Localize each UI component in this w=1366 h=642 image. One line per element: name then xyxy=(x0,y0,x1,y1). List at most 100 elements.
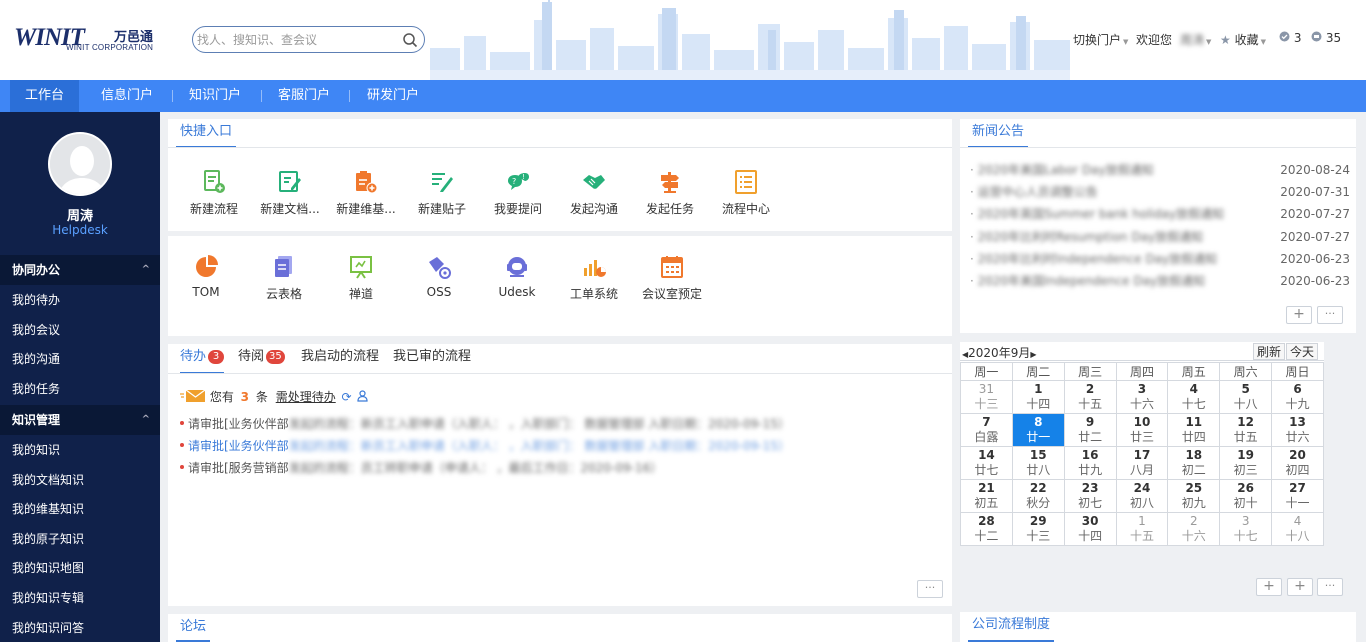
tab-to-read[interactable]: 待阅 35 xyxy=(238,344,285,374)
favorites-menu[interactable]: ★ 收藏 ▼ xyxy=(1220,31,1266,47)
sidebar-item-my-communication[interactable]: 我的沟通 xyxy=(0,344,160,374)
calendar-day[interactable]: 24 初八 xyxy=(1115,479,1169,513)
sidebar-item-my-knowledge[interactable]: 我的知识 xyxy=(0,435,160,465)
calendar-day[interactable]: 15 廿八 xyxy=(1011,446,1065,480)
calendar-day[interactable]: 13 廿六 xyxy=(1271,413,1324,447)
sidebar-item-my-todo[interactable]: 我的待办 xyxy=(0,285,160,315)
sidebar-item-my-tasks[interactable]: 我的任务 xyxy=(0,374,160,404)
person-icon[interactable] xyxy=(357,390,369,402)
news-item[interactable]: · 2020年英国Summer bank holiday放假通知 2020-07-… xyxy=(970,203,1350,225)
calendar-day[interactable]: 26 初十 xyxy=(1219,479,1273,513)
news-item[interactable]: · 2020年美国Independence Day放假通知 2020-06-23 xyxy=(970,270,1350,292)
calendar-day[interactable]: 30 十四 xyxy=(1063,512,1117,546)
calendar-refresh-button[interactable]: 刷新 xyxy=(1253,343,1286,360)
todo-item[interactable]: 请审批[业务伙伴部发起的流程：新员工入职申请（入职人： ，入职部门： 数据管理部… xyxy=(180,437,790,454)
quick-new-document[interactable]: 新建文档... xyxy=(252,169,328,217)
sidebar-item-my-knowledge-qa[interactable]: 我的知识问答 xyxy=(0,613,160,642)
calendar-day[interactable]: 11 廿四 xyxy=(1167,413,1221,447)
calendar-day[interactable]: 16 廿九 xyxy=(1063,446,1117,480)
todo-more-button[interactable]: ··· xyxy=(917,580,943,598)
link-oss[interactable]: OSS xyxy=(401,254,477,299)
news-item[interactable]: · 2020年美国Labor Day放假通知 2020-08-24 xyxy=(970,159,1350,181)
nav-tab-knowledge-portal[interactable]: 知识门户 xyxy=(180,80,250,112)
quick-new-process[interactable]: 新建流程 xyxy=(176,169,252,217)
link-zentao[interactable]: 禅道 xyxy=(323,254,399,302)
quick-new-wiki[interactable]: 新建维基... xyxy=(328,169,404,217)
sidebar-item-my-meetings[interactable]: 我的会议 xyxy=(0,315,160,345)
winit-logo[interactable]: WINIT 万邑通 WINIT CORPORATION xyxy=(14,24,164,56)
calendar-day[interactable]: 3 十七 xyxy=(1219,512,1273,546)
quick-start-communication[interactable]: 发起沟通 xyxy=(556,169,632,217)
news-item[interactable]: · 运营中心人员调整公告 2020-07-31 xyxy=(970,181,1350,203)
calendar-day[interactable]: 23 初七 xyxy=(1063,479,1117,513)
news-add-button[interactable]: + xyxy=(1286,306,1312,324)
calendar-day[interactable]: 1 十四 xyxy=(1011,380,1065,414)
calendar-day[interactable]: 5 十八 xyxy=(1219,380,1273,414)
sidebar-item-my-wiki-knowledge[interactable]: 我的维基知识 xyxy=(0,494,160,524)
next-month-icon[interactable]: ▶ xyxy=(1030,350,1036,359)
calendar-day[interactable]: 29 十三 xyxy=(1011,512,1065,546)
link-udesk[interactable]: Udesk xyxy=(479,254,555,299)
user-menu[interactable]: 周涛 ▼ xyxy=(1180,31,1211,47)
link-meeting-room[interactable]: 会议室预定 xyxy=(634,254,710,302)
calendar-day[interactable]: 14 廿七 xyxy=(960,446,1013,480)
news-item[interactable]: · 2020年比利时Resumption Day放假通知 2020-07-27 xyxy=(970,226,1350,248)
calendar-day[interactable]: 27 十一 xyxy=(1271,479,1324,513)
sidebar-item-my-knowledge-map[interactable]: 我的知识地图 xyxy=(0,553,160,583)
sidebar-section-knowledge[interactable]: 知识管理 ^ xyxy=(0,405,160,435)
todo-item[interactable]: 请审批[业务伙伴部发起的流程：新员工入职申请（入职人： ，入职部门： 数据管理部… xyxy=(180,415,790,432)
calendar-add-button[interactable]: + xyxy=(1256,578,1282,596)
calendar-day[interactable]: 4 十八 xyxy=(1271,512,1324,546)
sidebar-item-my-knowledge-album[interactable]: 我的知识专辑 xyxy=(0,583,160,613)
link-ticket-system[interactable]: 工单系统 xyxy=(556,254,632,302)
calendar-day[interactable]: 17 八月 xyxy=(1115,446,1169,480)
calendar-day[interactable]: 3 十六 xyxy=(1115,380,1169,414)
nav-tab-info-portal[interactable]: 信息门户 xyxy=(92,80,162,112)
news-item[interactable]: · 2020年比利时Independence Day放假通知 2020-06-23 xyxy=(970,248,1350,270)
quick-start-task[interactable]: 发起任务 xyxy=(632,169,708,217)
search-input[interactable] xyxy=(197,30,397,49)
calendar-day[interactable]: 2 十五 xyxy=(1063,380,1117,414)
quick-process-center[interactable]: 流程中心 xyxy=(708,169,784,217)
calendar-day[interactable]: 25 初九 xyxy=(1167,479,1221,513)
nav-tab-service-portal[interactable]: 客服门户 xyxy=(269,80,339,112)
calendar-day[interactable]: 12 廿五 xyxy=(1219,413,1273,447)
calendar-day[interactable]: 19 初三 xyxy=(1219,446,1273,480)
summary-link[interactable]: 需处理待办 xyxy=(276,390,336,404)
search-icon[interactable] xyxy=(402,32,418,48)
calendar-day[interactable]: 8 廿一 xyxy=(1011,413,1065,447)
tab-my-started-processes[interactable]: 我启动的流程 xyxy=(301,344,379,374)
calendar-day[interactable]: 7 白露 xyxy=(960,413,1013,447)
calendar-day[interactable]: 4 十七 xyxy=(1167,380,1221,414)
calendar-day[interactable]: 22 秋分 xyxy=(1011,479,1065,513)
quick-new-post[interactable]: 新建贴子 xyxy=(404,169,480,217)
calendar-day[interactable]: 18 初二 xyxy=(1167,446,1221,480)
calendar-day[interactable]: 9 廿二 xyxy=(1063,413,1117,447)
link-tom[interactable]: TOM xyxy=(168,254,244,299)
calendar-more-button[interactable]: ··· xyxy=(1317,578,1343,596)
quick-ask-question[interactable]: ?! 我要提问 xyxy=(480,169,556,217)
calendar-day[interactable]: 20 初四 xyxy=(1271,446,1324,480)
link-cloud-sheet[interactable]: 云表格 xyxy=(246,254,322,302)
calendar-add-event-button[interactable]: + xyxy=(1287,578,1313,596)
news-more-button[interactable]: ··· xyxy=(1317,306,1343,324)
calendar-day[interactable]: 21 初五 xyxy=(960,479,1013,513)
sidebar-section-collab[interactable]: 协同办公 ^ xyxy=(0,255,160,285)
notice-count[interactable]: 3 xyxy=(1279,31,1301,47)
calendar-day[interactable]: 10 廿三 xyxy=(1115,413,1169,447)
calendar-day[interactable]: 6 十九 xyxy=(1271,380,1324,414)
calendar-day[interactable]: 2 十六 xyxy=(1167,512,1221,546)
avatar[interactable] xyxy=(48,132,112,196)
sidebar-item-my-doc-knowledge[interactable]: 我的文档知识 xyxy=(0,465,160,495)
calendar-today-button[interactable]: 今天 xyxy=(1286,343,1319,360)
tab-todo[interactable]: 待办 3 xyxy=(180,344,225,374)
sidebar-item-my-atomic-knowledge[interactable]: 我的原子知识 xyxy=(0,524,160,554)
message-count[interactable]: 35 xyxy=(1311,31,1341,47)
todo-item[interactable]: 请审批[服务营销部发起的流程：员工转职申请（申请人： ，最后工作日：2020-0… xyxy=(180,459,662,476)
tab-my-reviewed-processes[interactable]: 我已审的流程 xyxy=(393,344,471,374)
refresh-icon[interactable]: ⟳ xyxy=(342,390,352,404)
portal-switch-menu[interactable]: 切换门户 ▼ xyxy=(1073,31,1128,47)
nav-tab-rd-portal[interactable]: 研发门户 xyxy=(358,80,428,112)
calendar-day[interactable]: 28 十二 xyxy=(960,512,1013,546)
calendar-day[interactable]: 31 十三 xyxy=(960,380,1013,414)
